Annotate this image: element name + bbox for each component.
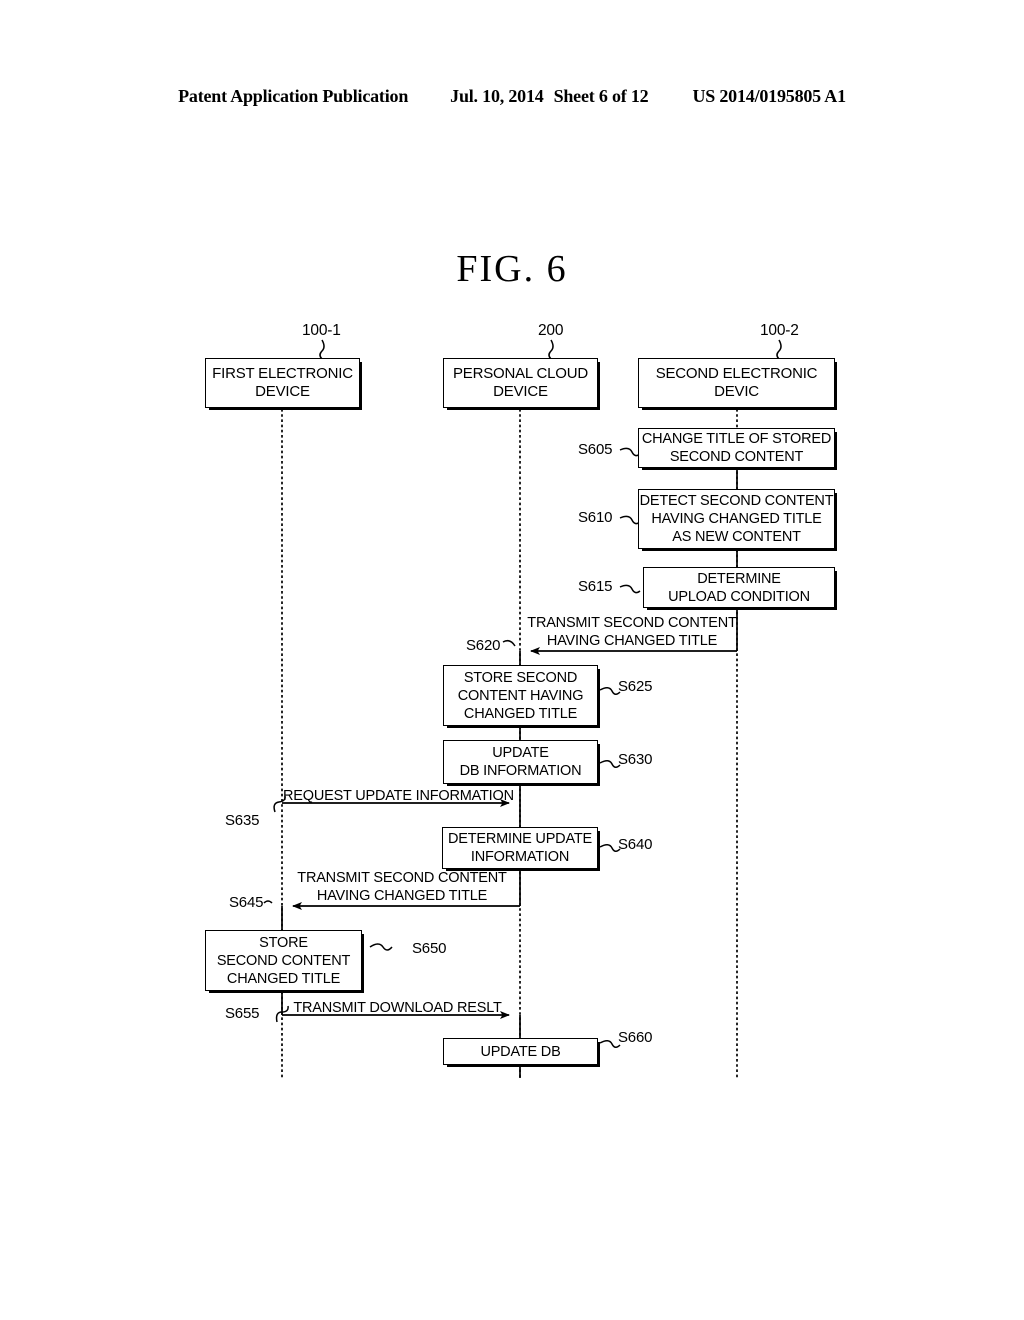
- step-id-s610: S610: [578, 509, 613, 526]
- refnum-first-electronic-device: 100-1: [302, 322, 341, 339]
- step-id-s655: S655: [225, 1005, 260, 1022]
- s645-line2: HAVING CHANGED TITLE: [316, 888, 488, 904]
- s625-line3: CHANGED TITLE: [463, 705, 578, 722]
- step-id-s660: S660: [618, 1029, 653, 1046]
- step-box-s625[interactable]: STORE SECOND CONTENT HAVING CHANGED TITL…: [443, 665, 600, 728]
- leader-s630: [599, 760, 621, 768]
- s620-line2: HAVING CHANGED TITLE: [546, 633, 718, 649]
- leader-s620: [502, 639, 516, 647]
- step-box-s615[interactable]: DETERMINE UPLOAD CONDITION: [643, 567, 837, 610]
- actor-second-label-line1: SECOND ELECTRONIC: [655, 365, 818, 382]
- s605-line2: SECOND CONTENT: [669, 449, 804, 465]
- s610-line3: AS NEW CONTENT: [672, 529, 801, 545]
- s605-line1: CHANGE TITLE OF STORED: [641, 431, 832, 447]
- s615-line2: UPLOAD CONDITION: [668, 588, 810, 605]
- leader-s660: [599, 1040, 621, 1048]
- actor-second-label-line2: DEVIC: [714, 383, 759, 400]
- refnum-personal-cloud-device: 200: [538, 322, 564, 339]
- s635-line1: REQUEST UPDATE INFORMATION: [283, 788, 514, 804]
- step-box-s660[interactable]: UPDATE DB: [443, 1038, 600, 1067]
- s660-line1: UPDATE DB: [480, 1043, 561, 1060]
- step-box-s640[interactable]: DETERMINE UPDATE INFORMATION: [442, 827, 600, 871]
- step-id-s650: S650: [412, 940, 447, 957]
- actor-cloud-label-line2: DEVICE: [493, 383, 548, 400]
- leader-s645: [263, 900, 273, 904]
- arrow-label-s645: TRANSMIT SECOND CONTENT HAVING CHANGED T…: [288, 869, 516, 905]
- leader-s625: [599, 687, 621, 695]
- step-id-s645: S645: [229, 894, 264, 911]
- leader-s615: [619, 584, 641, 594]
- step-id-s605: S605: [578, 441, 613, 458]
- step-box-s630[interactable]: UPDATE DB INFORMATION: [443, 740, 600, 786]
- s610-line1: DETECT SECOND CONTENT: [639, 493, 834, 509]
- step-box-s610[interactable]: DETECT SECOND CONTENT HAVING CHANGED TIT…: [638, 489, 837, 551]
- s640-line1: DETERMINE UPDATE: [448, 831, 592, 847]
- step-box-s605[interactable]: CHANGE TITLE OF STORED SECOND CONTENT: [638, 428, 837, 470]
- s630-line1: UPDATE: [492, 745, 549, 761]
- step-box-s650[interactable]: STORE SECOND CONTENT CHANGED TITLE: [205, 930, 364, 993]
- step-id-s625: S625: [618, 678, 653, 695]
- leader-s610: [619, 515, 641, 525]
- s610-line2: HAVING CHANGED TITLE: [651, 511, 822, 527]
- s645-line1: TRANSMIT SECOND CONTENT: [297, 870, 507, 886]
- s640-line2: INFORMATION: [470, 849, 570, 865]
- s630-line2: DB INFORMATION: [459, 763, 582, 779]
- arrow-label-s635: REQUEST UPDATE INFORMATION: [283, 787, 514, 805]
- actor-cloud-label-line1: PERSONAL CLOUD: [452, 365, 588, 382]
- step-id-s615: S615: [578, 578, 613, 595]
- reference-leaders: [319, 339, 782, 360]
- actor-personal-cloud-device[interactable]: PERSONAL CLOUD DEVICE: [443, 358, 600, 410]
- refnum-second-electronic-device: 100-2: [760, 322, 799, 339]
- s650-line2: SECOND CONTENT: [216, 952, 351, 969]
- actor-first-electronic-device[interactable]: FIRST ELECTRONIC DEVICE: [205, 358, 362, 410]
- s620-line1: TRANSMIT SECOND CONTENT: [527, 615, 737, 631]
- actor-first-label-line1: FIRST ELECTRONIC: [212, 365, 353, 382]
- s625-line1: STORE SECOND: [463, 669, 578, 686]
- leader-s640: [599, 844, 621, 852]
- step-id-s630: S630: [618, 751, 653, 768]
- actor-first-label-line2: DEVICE: [255, 383, 310, 400]
- sequence-diagram: [263, 339, 782, 1078]
- s615-line1: DETERMINE: [697, 570, 781, 587]
- arrow-label-s620: TRANSMIT SECOND CONTENT HAVING CHANGED T…: [522, 614, 742, 650]
- s655-line1: TRANSMIT DOWNLOAD RESLT: [293, 1000, 502, 1016]
- step-id-s640: S640: [618, 836, 653, 853]
- s625-line2: CONTENT HAVING: [457, 687, 584, 704]
- leader-s605: [619, 447, 641, 457]
- step-id-s620: S620: [466, 637, 501, 654]
- actor-second-electronic-device[interactable]: SECOND ELECTRONIC DEVIC: [638, 358, 837, 410]
- s650-line1: STORE: [259, 934, 308, 951]
- arrow-label-s655: TRANSMIT DOWNLOAD RESLT: [285, 999, 510, 1017]
- leader-s650: [369, 943, 393, 951]
- step-id-s635: S635: [225, 812, 260, 829]
- s650-line3: CHANGED TITLE: [226, 970, 341, 987]
